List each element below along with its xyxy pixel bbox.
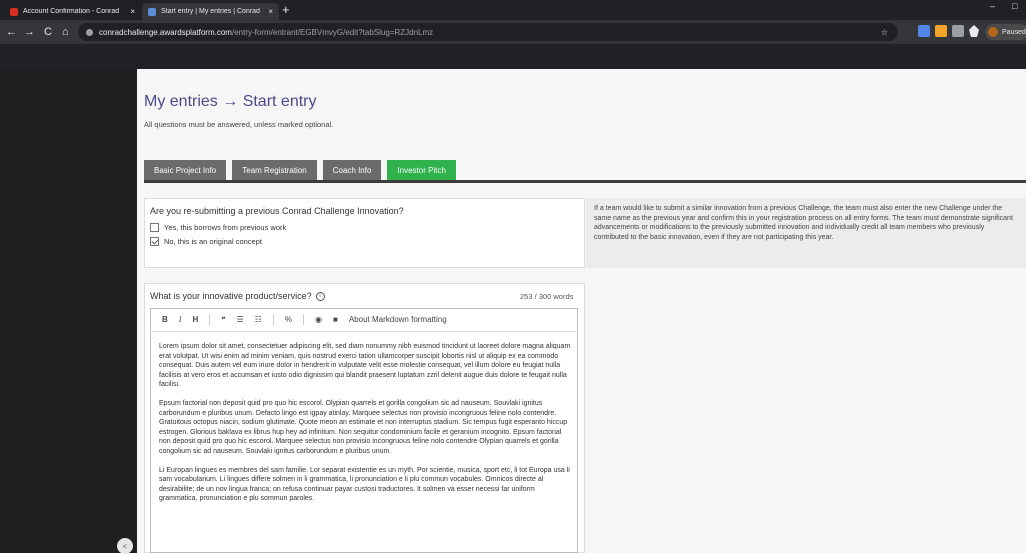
link-icon[interactable]: % bbox=[285, 315, 292, 324]
editor-toolbar: B I H ❝ ☰ ☷ % ◉ ■ About Markdown formatt… bbox=[150, 308, 578, 332]
extension-icon[interactable] bbox=[935, 25, 947, 37]
tab-basic-project-info[interactable]: Basic Project Info bbox=[144, 160, 227, 180]
gmail-icon bbox=[10, 7, 18, 16]
extension-icon[interactable] bbox=[918, 25, 930, 37]
editor-content[interactable]: Lorem ipsum dolor sit amet, consectetuer… bbox=[159, 342, 571, 513]
option-no-original-concept[interactable]: No, this is an original concept bbox=[150, 237, 262, 246]
puzzle-extensions-icon[interactable] bbox=[969, 25, 979, 37]
close-tab-icon[interactable]: × bbox=[130, 7, 135, 16]
awards-platform-icon bbox=[148, 7, 156, 16]
browser-tab-title: Start entry | My entries | Conrad bbox=[161, 8, 260, 15]
bold-icon[interactable]: B bbox=[162, 315, 168, 324]
guide-icon[interactable]: ■ bbox=[333, 315, 338, 324]
page-subtitle: All questions must be answered, unless m… bbox=[144, 120, 334, 129]
reload-icon[interactable]: C bbox=[44, 24, 52, 40]
maximize-window-icon[interactable]: □ bbox=[1012, 1, 1017, 11]
heading-icon[interactable]: H bbox=[192, 315, 198, 324]
browser-toolbar: ← → C ⌂ conradchallenge.awardsplatform.c… bbox=[0, 20, 1026, 44]
question-title: What is your innovative product/service?… bbox=[150, 291, 325, 301]
avatar bbox=[988, 27, 998, 37]
quote-icon[interactable]: ❝ bbox=[221, 315, 225, 324]
page-title: My entries → Start entry bbox=[144, 93, 317, 110]
toolbar-divider bbox=[272, 314, 274, 325]
sidebar bbox=[0, 69, 137, 553]
entry-tabs: Basic Project Info Team Registration Coa… bbox=[144, 160, 456, 180]
sidebar-collapse-button[interactable]: < bbox=[117, 538, 133, 554]
address-bar[interactable]: conradchallenge.awardsplatform.com/entry… bbox=[78, 23, 898, 41]
new-tab-button[interactable]: + bbox=[282, 2, 290, 18]
paragraph: Epsum factorial non deposit quid pro quo… bbox=[159, 399, 568, 455]
toolbar-divider bbox=[209, 314, 211, 325]
question-label: What is your innovative product/service? bbox=[150, 291, 312, 301]
option-label: No, this is an original concept bbox=[164, 237, 262, 246]
lock-icon bbox=[86, 28, 93, 36]
resubmission-help-text: If a team would like to submit a similar… bbox=[586, 198, 1026, 268]
checkbox-checked[interactable] bbox=[150, 237, 159, 246]
minimize-window-icon[interactable]: – bbox=[990, 1, 995, 11]
info-icon[interactable]: i bbox=[315, 291, 325, 301]
preview-icon[interactable]: ◉ bbox=[315, 315, 322, 324]
paragraph: Lorem ipsum dolor sit amet, consectetuer… bbox=[159, 343, 571, 389]
profile-status: Paused bbox=[1002, 28, 1026, 36]
question-title: Are you re-submitting a previous Conrad … bbox=[150, 206, 404, 216]
option-yes-previous-work[interactable]: Yes, this borrows from previous work bbox=[150, 223, 286, 232]
tab-underline bbox=[144, 180, 1026, 183]
checkbox[interactable] bbox=[150, 223, 159, 232]
paragraph: Li Europan lingues es membres del sam fa… bbox=[159, 466, 570, 503]
browser-tabstrip: Account Confirmation - Conrad × Start en… bbox=[0, 0, 1026, 20]
option-label: Yes, this borrows from previous work bbox=[164, 223, 287, 232]
close-tab-icon[interactable]: × bbox=[268, 7, 273, 16]
bullet-list-icon[interactable]: ☰ bbox=[237, 315, 244, 324]
extension-icon[interactable] bbox=[952, 25, 964, 37]
url-host: conradchallenge.awardsplatform.com bbox=[99, 27, 232, 37]
profile-button[interactable]: Paused bbox=[985, 24, 1026, 40]
home-icon[interactable]: ⌂ bbox=[62, 24, 69, 40]
bookmark-star-icon[interactable]: ☆ bbox=[881, 28, 888, 37]
browser-tab-start-entry[interactable]: Start entry | My entries | Conrad × bbox=[142, 3, 279, 20]
tab-investor-pitch[interactable]: Investor Pitch bbox=[387, 160, 456, 180]
url-path: /entry-form/entrant/EGBVmvyG/edit?tabSlu… bbox=[231, 27, 434, 37]
app-top-bar bbox=[0, 44, 1026, 69]
numbered-list-icon[interactable]: ☷ bbox=[255, 315, 262, 324]
markdown-help-link[interactable]: About Markdown formatting bbox=[349, 315, 447, 324]
tab-team-registration[interactable]: Team Registration bbox=[232, 160, 317, 180]
forward-icon[interactable]: → bbox=[24, 24, 35, 40]
toolbar-divider bbox=[303, 314, 305, 325]
back-icon[interactable]: ← bbox=[6, 24, 17, 40]
word-count: 253 / 300 words bbox=[520, 292, 574, 301]
browser-tab-title: Account Confirmation - Conrad bbox=[23, 8, 120, 15]
italic-icon[interactable]: I bbox=[179, 315, 182, 324]
browser-tab-gmail[interactable]: Account Confirmation - Conrad × bbox=[4, 3, 141, 20]
tab-coach-info[interactable]: Coach Info bbox=[322, 160, 382, 180]
chevron-left-icon: < bbox=[122, 541, 128, 551]
